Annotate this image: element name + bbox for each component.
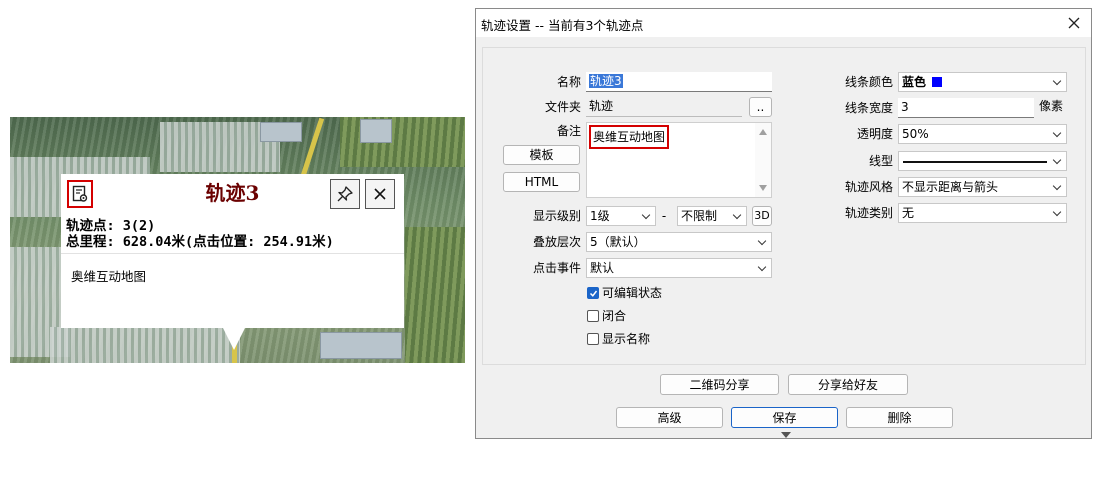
checkbox-unchecked-icon	[587, 310, 599, 322]
dialog-close-button[interactable]	[1063, 12, 1085, 34]
delete-button[interactable]: 删除	[846, 407, 953, 428]
edit-settings-icon	[72, 185, 88, 202]
name-label: 名称	[556, 75, 581, 89]
layer-label: 叠放层次	[532, 235, 581, 249]
template-button[interactable]: 模板	[503, 145, 580, 165]
popup-pointer	[223, 328, 245, 350]
pin-button[interactable]	[330, 179, 360, 209]
note-value: 奥维互动地图	[589, 125, 670, 149]
closed-checkbox-label: 闭合	[602, 309, 627, 323]
line-width-unit: 像素	[1039, 99, 1064, 113]
click-event-label: 点击事件	[532, 261, 581, 275]
display-level-max-select[interactable]: 不限制	[677, 206, 747, 226]
scroll-down-icon[interactable]	[759, 185, 767, 191]
editable-checkbox[interactable]: 可编辑状态	[587, 285, 662, 301]
divider	[61, 253, 404, 254]
building	[360, 119, 392, 143]
track-style-label: 轨迹风格	[844, 180, 893, 194]
crop-field	[405, 227, 465, 363]
scroll-up-icon[interactable]	[759, 129, 767, 135]
line-type-label: 线型	[868, 154, 893, 168]
line-color-value: 蓝色	[902, 75, 927, 89]
layer-select[interactable]: 5（默认）	[586, 232, 772, 252]
track-points-text: 轨迹点: 3(2)	[66, 218, 156, 234]
checkbox-checked-icon	[587, 287, 599, 299]
track-category-label: 轨迹类别	[844, 206, 893, 220]
dialog-titlebar: 轨迹设置 -- 当前有3个轨迹点	[476, 9, 1091, 37]
track-category-select[interactable]: 无	[898, 203, 1067, 223]
line-color-label: 线条颜色	[844, 75, 893, 89]
expand-chevron-icon[interactable]	[781, 432, 791, 438]
3d-button[interactable]: 3D	[752, 206, 772, 226]
note-scrollbar[interactable]	[755, 123, 771, 197]
track-style-select[interactable]: 不显示距离与箭头	[898, 177, 1067, 197]
popup-note: 奥维互动地图	[71, 269, 147, 284]
show-name-checkbox-label: 显示名称	[602, 332, 651, 346]
save-button[interactable]: 保存	[731, 407, 838, 428]
line-width-label: 线条宽度	[844, 101, 893, 115]
track-settings-dialog: 轨迹设置 -- 当前有3个轨迹点 名称 轨迹3 文件夹 轨迹 .. 备注 奥维互…	[475, 8, 1092, 439]
name-field[interactable]: 轨迹3	[586, 72, 772, 92]
solid-line-preview	[903, 161, 1047, 163]
crop-field	[340, 117, 465, 167]
qr-share-button[interactable]: 二维码分享	[660, 374, 779, 395]
folder-browse-button[interactable]: ..	[749, 97, 772, 117]
opacity-label: 透明度	[856, 127, 893, 141]
display-level-label: 显示级别	[532, 209, 581, 223]
close-popup-button[interactable]	[365, 179, 395, 209]
opacity-select[interactable]: 50%	[898, 124, 1067, 144]
close-icon	[1068, 17, 1080, 29]
editable-checkbox-label: 可编辑状态	[602, 286, 663, 300]
greenhouse-field	[50, 327, 240, 363]
name-value: 轨迹3	[589, 74, 623, 88]
close-icon	[374, 188, 386, 200]
advanced-button[interactable]: 高级	[616, 407, 723, 428]
total-distance-text: 总里程: 628.04米(点击位置: 254.91米)	[66, 234, 334, 250]
checkbox-unchecked-icon	[587, 333, 599, 345]
pin-icon	[337, 186, 353, 202]
show-name-checkbox[interactable]: 显示名称	[587, 331, 650, 347]
note-textarea[interactable]: 奥维互动地图	[586, 122, 772, 198]
folder-field[interactable]: 轨迹	[586, 97, 742, 117]
track-info-popup: 轨迹3 轨迹点: 3(2) 总里程: 628.04米(点击位置: 254.91米…	[61, 174, 404, 328]
folder-label: 文件夹	[544, 100, 581, 114]
line-width-field[interactable]: 3	[898, 98, 1034, 118]
line-color-select[interactable]: 蓝色	[898, 72, 1067, 92]
color-swatch	[931, 77, 942, 87]
display-level-min-select[interactable]: 1级	[586, 206, 656, 226]
edit-track-button[interactable]	[67, 180, 93, 208]
line-type-select[interactable]	[898, 151, 1067, 171]
click-event-select[interactable]: 默认	[586, 258, 772, 278]
share-friend-button[interactable]: 分享给好友	[788, 374, 908, 395]
building	[320, 332, 402, 359]
road	[300, 117, 325, 177]
building	[260, 122, 302, 142]
html-button[interactable]: HTML	[503, 172, 580, 192]
display-level-separator: -	[661, 209, 667, 223]
note-label: 备注	[556, 124, 581, 138]
closed-checkbox[interactable]: 闭合	[587, 308, 626, 324]
dialog-title: 轨迹设置 -- 当前有3个轨迹点	[481, 18, 644, 33]
